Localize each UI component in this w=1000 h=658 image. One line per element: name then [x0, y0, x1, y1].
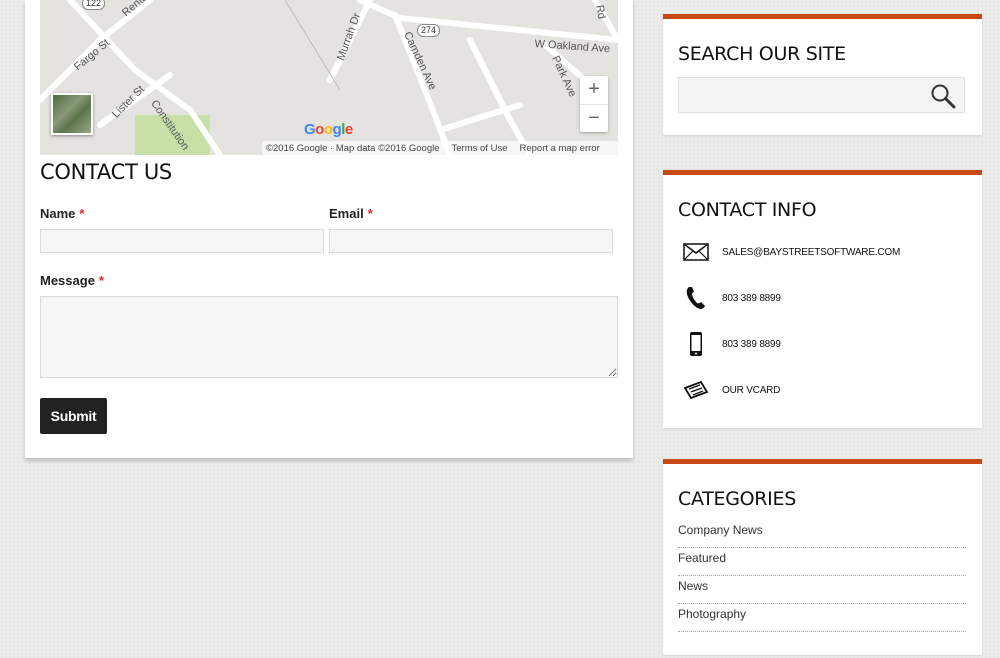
email-label-text: Email — [329, 206, 364, 221]
search-box — [678, 77, 965, 114]
google-map[interactable]: 122 274 Rental Fargo St Lister St Consti… — [40, 0, 618, 155]
search-widget-title: SEARCH OUR SITE — [678, 43, 846, 65]
category-item: News — [678, 576, 966, 604]
contact-title: CONTACT US — [40, 160, 172, 184]
zoom-out-button[interactable]: − — [580, 104, 608, 133]
google-logo: Google — [304, 121, 353, 138]
search-icon[interactable] — [930, 83, 956, 114]
message-label-text: Message — [40, 273, 95, 288]
required-mark: * — [79, 206, 85, 221]
map-attribution: ©2016 Google · Map data ©2016 Google Ter… — [262, 141, 618, 155]
search-input[interactable] — [679, 78, 927, 114]
message-field[interactable] — [40, 296, 618, 378]
categories-widget: CATEGORIES Company News Featured News Ph… — [663, 459, 982, 655]
category-list: Company News Featured News Photography — [678, 520, 966, 632]
route-shield-122: 122 — [82, 0, 106, 10]
satellite-toggle[interactable] — [51, 93, 93, 135]
category-item: Featured — [678, 548, 966, 576]
name-field[interactable] — [40, 229, 324, 253]
category-link-news[interactable]: News — [678, 579, 708, 593]
name-label: Name * — [40, 206, 84, 221]
contact-info-widget: CONTACT INFO SALES@BAYSTREETSOFTWARE.COM… — [663, 170, 982, 428]
message-label: Message * — [40, 273, 104, 288]
envelope-icon — [681, 240, 711, 264]
categories-title: CATEGORIES — [678, 488, 796, 510]
report-map-error-link[interactable]: Report a map error — [519, 143, 599, 154]
vcard-info-row[interactable]: OUR VCARD — [681, 378, 780, 402]
contact-card: 122 274 Rental Fargo St Lister St Consti… — [25, 0, 633, 458]
mobile-icon — [681, 332, 711, 356]
terms-link[interactable]: Terms of Use — [452, 143, 508, 154]
contact-phone[interactable]: 803 389 8899 — [722, 293, 781, 304]
email-field[interactable] — [329, 229, 613, 253]
phone-info-row[interactable]: 803 389 8899 — [681, 286, 781, 310]
category-link-featured[interactable]: Featured — [678, 551, 726, 565]
submit-button[interactable]: Submit — [40, 398, 107, 434]
search-widget: SEARCH OUR SITE — [663, 14, 982, 135]
category-link-photography[interactable]: Photography — [678, 607, 746, 621]
name-label-text: Name — [40, 206, 76, 221]
street-label: Rd — [593, 4, 608, 20]
category-item: Company News — [678, 520, 966, 548]
category-item: Photography — [678, 604, 966, 632]
map-copyright: ©2016 Google · Map data ©2016 Google — [266, 142, 440, 154]
route-shield-274: 274 — [417, 24, 441, 37]
mobile-info-row[interactable]: 803 389 8899 — [681, 332, 781, 356]
vcard-icon — [681, 378, 711, 402]
contact-email[interactable]: SALES@BAYSTREETSOFTWARE.COM — [722, 247, 900, 258]
map-zoom-control: + − — [580, 76, 608, 132]
required-mark: * — [98, 273, 104, 288]
zoom-in-button[interactable]: + — [580, 76, 608, 104]
contact-mobile[interactable]: 803 389 8899 — [722, 339, 781, 350]
category-link-company-news[interactable]: Company News — [678, 523, 763, 537]
phone-icon — [681, 286, 711, 310]
email-label: Email * — [329, 206, 373, 221]
vcard-link[interactable]: OUR VCARD — [722, 385, 780, 396]
required-mark: * — [367, 206, 373, 221]
contact-info-title: CONTACT INFO — [678, 199, 817, 221]
email-info-row[interactable]: SALES@BAYSTREETSOFTWARE.COM — [681, 240, 900, 264]
